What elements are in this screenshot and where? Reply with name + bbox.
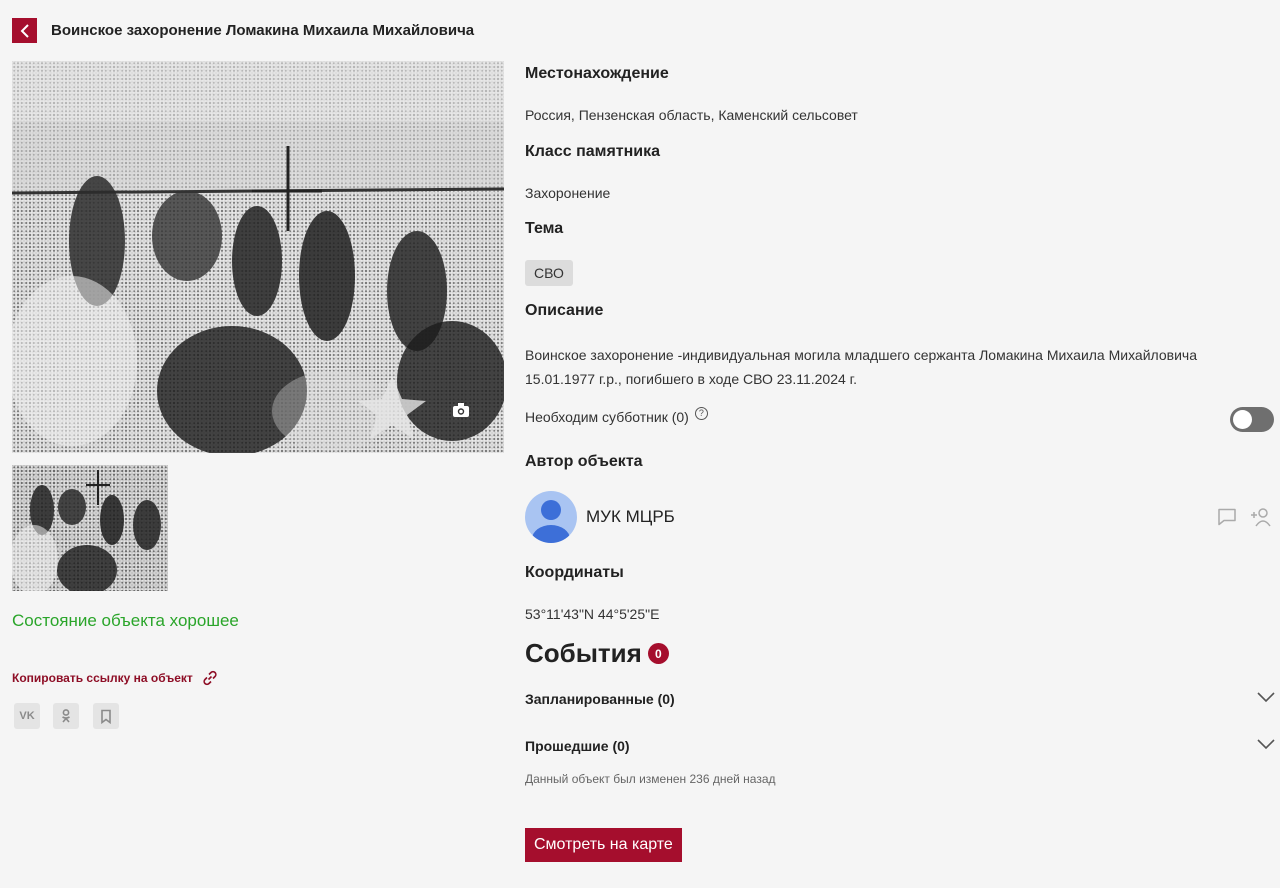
copy-link-label: Копировать ссылку на объект <box>12 671 193 685</box>
main-photo[interactable] <box>12 61 504 453</box>
share-ok-button[interactable] <box>53 703 79 729</box>
author-name[interactable]: МУК МЦРБ <box>586 507 675 527</box>
theme-tag-label: СВО <box>534 265 564 281</box>
events-title: События 0 <box>525 638 669 669</box>
user-icon <box>532 500 570 543</box>
chevron-left-icon <box>20 23 29 38</box>
toggle-knob <box>1233 410 1252 429</box>
theme-heading: Тема <box>525 220 564 237</box>
location-heading: Местонахождение <box>525 65 669 82</box>
camera-icon[interactable] <box>452 402 470 418</box>
chevron-down-icon <box>1257 692 1275 703</box>
author-heading: Автор объекта <box>525 453 643 470</box>
cleanup-row: Необходим субботник (0) ? <box>525 406 708 425</box>
chevron-down-icon <box>1257 739 1275 750</box>
page-title: Воинское захоронение Ломакина Михаила Ми… <box>51 22 475 39</box>
events-count-badge: 0 <box>647 643 669 664</box>
share-vk-button[interactable]: VK <box>14 703 40 729</box>
past-events-label: Прошедшие (0) <box>525 738 630 754</box>
planned-events-accordion[interactable]: Запланированные (0) <box>525 688 1276 712</box>
thumbnail-content <box>12 470 161 591</box>
cleanup-label: Необходим субботник (0) <box>525 409 689 425</box>
photo-thumbnail[interactable] <box>12 465 168 591</box>
bookmark-icon <box>101 709 111 724</box>
view-on-map-button[interactable]: Смотреть на карте <box>525 828 682 862</box>
planned-events-label: Запланированные (0) <box>525 691 675 707</box>
avatar[interactable] <box>525 491 577 543</box>
past-events-accordion[interactable]: Прошедшие (0) <box>525 735 1276 759</box>
copy-link-button[interactable]: Копировать ссылку на объект <box>12 669 219 687</box>
class-value: Захоронение <box>525 185 611 201</box>
help-icon[interactable]: ? <box>694 406 708 420</box>
cleanup-toggle[interactable] <box>1230 407 1274 432</box>
vk-icon: VK <box>19 710 35 722</box>
coords-value: 53°11'43"N 44°5'25"E <box>525 606 660 622</box>
last-modified-note: Данный объект был изменен 236 дней назад <box>525 772 776 786</box>
theme-tag[interactable]: СВО <box>525 260 573 286</box>
ok-icon <box>62 709 70 723</box>
condition-status: Состояние объекта хорошее <box>12 611 239 630</box>
bookmark-button[interactable] <box>93 703 119 729</box>
back-button[interactable] <box>12 18 37 43</box>
link-icon <box>203 670 217 686</box>
description-heading: Описание <box>525 302 604 319</box>
add-user-icon[interactable] <box>1250 506 1272 528</box>
photo-content <box>12 61 504 453</box>
description-text: Воинское захоронение -индивидуальная мог… <box>525 347 1197 387</box>
class-heading: Класс памятника <box>525 143 661 160</box>
events-heading: События <box>525 638 642 668</box>
coords-heading: Координаты <box>525 564 624 581</box>
chat-icon[interactable] <box>1216 507 1238 527</box>
location-value: Россия, Пензенская область, Каменский се… <box>525 107 858 123</box>
